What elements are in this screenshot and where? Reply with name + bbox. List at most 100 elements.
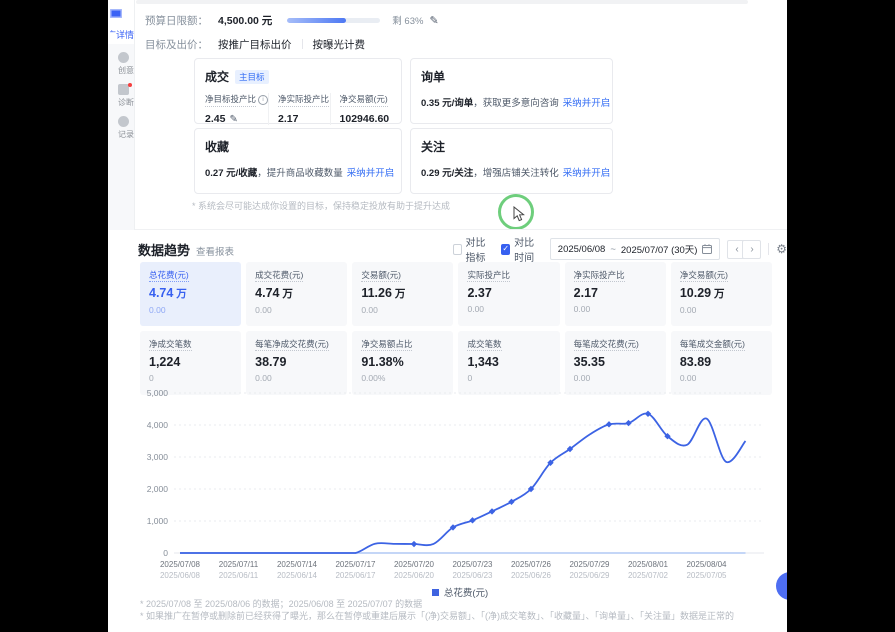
svg-text:2025/06/17: 2025/06/17 [335, 571, 376, 580]
svg-text:2025/06/08: 2025/06/08 [160, 571, 201, 580]
budget-value: 4,500.00 元 [218, 13, 272, 28]
svg-text:2025/06/20: 2025/06/20 [394, 571, 435, 580]
compare-metric-checkbox[interactable]: 对比指标 [453, 234, 494, 264]
bid-mode-label: 目标及出价： [145, 37, 208, 52]
metric-card[interactable]: 成交笔数1,3430 [458, 331, 559, 395]
nav-logo-icon[interactable] [110, 9, 122, 18]
metric-card[interactable]: 净交易额占比91.38%0.00% [352, 331, 453, 395]
compare-time-checkbox[interactable]: ✓ 对比时间 [501, 234, 542, 264]
svg-text:2025/07/02: 2025/07/02 [628, 571, 669, 580]
option-divider [302, 39, 303, 49]
tab-bid-by-goal[interactable]: 按推广目标出价 [218, 37, 292, 52]
metric-card[interactable]: 成交花费(元)4.74 万0.00 [246, 262, 347, 326]
svg-text:2025/06/23: 2025/06/23 [452, 571, 493, 580]
screen: 广详情 创意 诊断 记录 预算日限额： 4,5 [0, 0, 895, 632]
notification-dot [128, 83, 132, 87]
metric-net-target-roi: 净目标投产比 2.45✎ [205, 93, 268, 125]
legend-label: 总花费(元) [444, 585, 488, 599]
svg-text:0: 0 [163, 548, 168, 558]
gear-icon[interactable]: ⚙ [776, 242, 787, 256]
mini-sidebar: 广详情 创意 诊断 记录 [108, 0, 134, 632]
metric-card-grid: 总花费(元)4.74 万0.00成交花费(元)4.74 万0.00交易额(元)1… [140, 262, 772, 395]
svg-text:2025/07/14: 2025/07/14 [277, 560, 318, 569]
svg-text:2,000: 2,000 [147, 484, 169, 494]
svg-text:3,000: 3,000 [147, 452, 169, 462]
adopt-enable-link[interactable]: 采纳并开启 [347, 168, 395, 179]
svg-text:2025/07/17: 2025/07/17 [335, 560, 376, 569]
sidebar-item-history[interactable]: 记录 [108, 116, 134, 140]
goal-card-inquiry: 询单 0.35 元/询单，获取更多意向咨询采纳并开启 [410, 58, 613, 124]
svg-text:2025/06/26: 2025/06/26 [511, 571, 552, 580]
metric-card[interactable]: 净成交笔数1,2240 [140, 331, 241, 395]
goal-card-favorite: 收藏 0.27 元/收藏，提升商品收藏数量采纳并开启 [194, 128, 402, 194]
budget-progress-bar [287, 18, 380, 23]
sidebar-icon-rail: 创意 诊断 记录 [108, 44, 135, 230]
goal-card-title: 成交 [205, 68, 229, 85]
trend-controls: 对比指标 ✓ 对比时间 2025/06/08 ~ 2025/07/07 (30天… [453, 238, 787, 260]
next-period-button[interactable]: › [742, 240, 761, 259]
chart-footnote-2: * 如果推广在暂停或删除前已经获得了曝光，那么在暂停或重建后展示「(净)交易额」… [140, 609, 734, 622]
svg-text:2025/07/20: 2025/07/20 [394, 560, 435, 569]
svg-text:2025/07/05: 2025/07/05 [686, 571, 727, 580]
legend-marker [432, 589, 439, 596]
svg-text:2025/08/04: 2025/08/04 [686, 560, 727, 569]
adopt-enable-link[interactable]: 采纳并开启 [563, 98, 611, 109]
history-icon [118, 116, 129, 127]
budget-progress-fill [287, 18, 346, 23]
budget-row: 预算日限额： 4,500.00 元 剩 63% ✎ [145, 13, 439, 27]
checkbox-unchecked-icon[interactable] [453, 244, 462, 255]
sidebar-divider [134, 0, 135, 230]
date-range-picker[interactable]: 2025/06/08 ~ 2025/07/07 (30天) [550, 238, 721, 260]
tab-bid-by-impression[interactable]: 按曝光计费 [313, 37, 366, 52]
svg-text:2025/06/29: 2025/06/29 [569, 571, 610, 580]
controls-divider [768, 243, 769, 255]
svg-text:2025/07/08: 2025/07/08 [160, 560, 201, 569]
metric-card[interactable]: 实际投产比2.370.00 [458, 262, 559, 326]
goal-card-title: 关注 [421, 138, 602, 155]
budget-edit-icon[interactable]: ✎ [429, 14, 438, 27]
cursor-icon [513, 206, 526, 222]
primary-goal-badge: 主目标 [235, 70, 269, 84]
svg-text:2025/07/11: 2025/07/11 [219, 560, 259, 569]
app-window: 广详情 创意 诊断 记录 预算日限额： 4,5 [108, 0, 787, 632]
budget-remaining: 剩 63% [392, 13, 423, 27]
svg-text:2025/08/01: 2025/08/01 [628, 560, 669, 569]
view-report-link[interactable]: 查看报表 [196, 244, 234, 258]
info-icon[interactable] [258, 95, 268, 105]
svg-text:2025/07/23: 2025/07/23 [452, 560, 493, 569]
metric-card[interactable]: 每笔净成交花费(元)38.790.00 [246, 331, 347, 395]
metric-card[interactable]: 交易额(元)11.26 万0.00 [352, 262, 453, 326]
bid-mode-row: 目标及出价： 按推广目标出价 按曝光计费 [145, 37, 365, 51]
svg-text:2025/06/14: 2025/06/14 [277, 571, 318, 580]
svg-text:1,000: 1,000 [147, 516, 169, 526]
trend-chart: 01,0002,0003,0004,0005,0002025/07/082025… [138, 388, 782, 588]
metric-net-actual-roi: 净实际投产比 2.17 [268, 93, 330, 125]
goal-card-deal[interactable]: 成交 主目标 净目标投产比 2.45✎ 净实际投产比 2.17 净交易额(元) … [194, 58, 402, 124]
sidebar-item-diagnosis[interactable]: 诊断 [108, 84, 134, 108]
svg-text:2025/06/11: 2025/06/11 [219, 571, 259, 580]
svg-text:2025/07/26: 2025/07/26 [511, 560, 552, 569]
metric-card[interactable]: 净实际投产比2.170.00 [565, 262, 666, 326]
goal-footnote: * 系统会尽可能达成你设置的目标，保持稳定投放有助于提升达成 [192, 199, 450, 212]
goal-card-follow: 关注 0.29 元/关注，增强店铺关注转化采纳并开启 [410, 128, 613, 194]
creative-icon [118, 52, 129, 63]
metric-card[interactable]: 总花费(元)4.74 万0.00 [140, 262, 241, 326]
section-divider [135, 229, 787, 230]
metric-card[interactable]: 每笔成交花费(元)35.350.00 [565, 331, 666, 395]
metric-card[interactable]: 每笔成交金额(元)83.890.00 [671, 331, 772, 395]
goal-card-title: 询单 [421, 68, 602, 85]
metric-card[interactable]: 净交易额(元)10.29 万0.00 [671, 262, 772, 326]
sidebar-item-creative[interactable]: 创意 [108, 52, 134, 76]
svg-text:4,000: 4,000 [147, 420, 169, 430]
roi-edit-icon[interactable]: ✎ [229, 114, 237, 125]
adopt-enable-link[interactable]: 采纳并开启 [563, 168, 611, 179]
calendar-icon [702, 244, 712, 254]
svg-text:2025/07/29: 2025/07/29 [569, 560, 610, 569]
sidebar-item-detail[interactable]: 广详情 [110, 28, 134, 41]
budget-label: 预算日限额： [145, 13, 208, 28]
scroll-remnant-bar [136, 0, 748, 4]
checkbox-checked-icon[interactable]: ✓ [501, 244, 510, 255]
trend-chart-svg: 01,0002,0003,0004,0005,0002025/07/082025… [138, 388, 782, 588]
metric-net-gmv: 净交易额(元) 102946.60 [330, 93, 392, 125]
goal-card-title: 收藏 [205, 138, 391, 155]
